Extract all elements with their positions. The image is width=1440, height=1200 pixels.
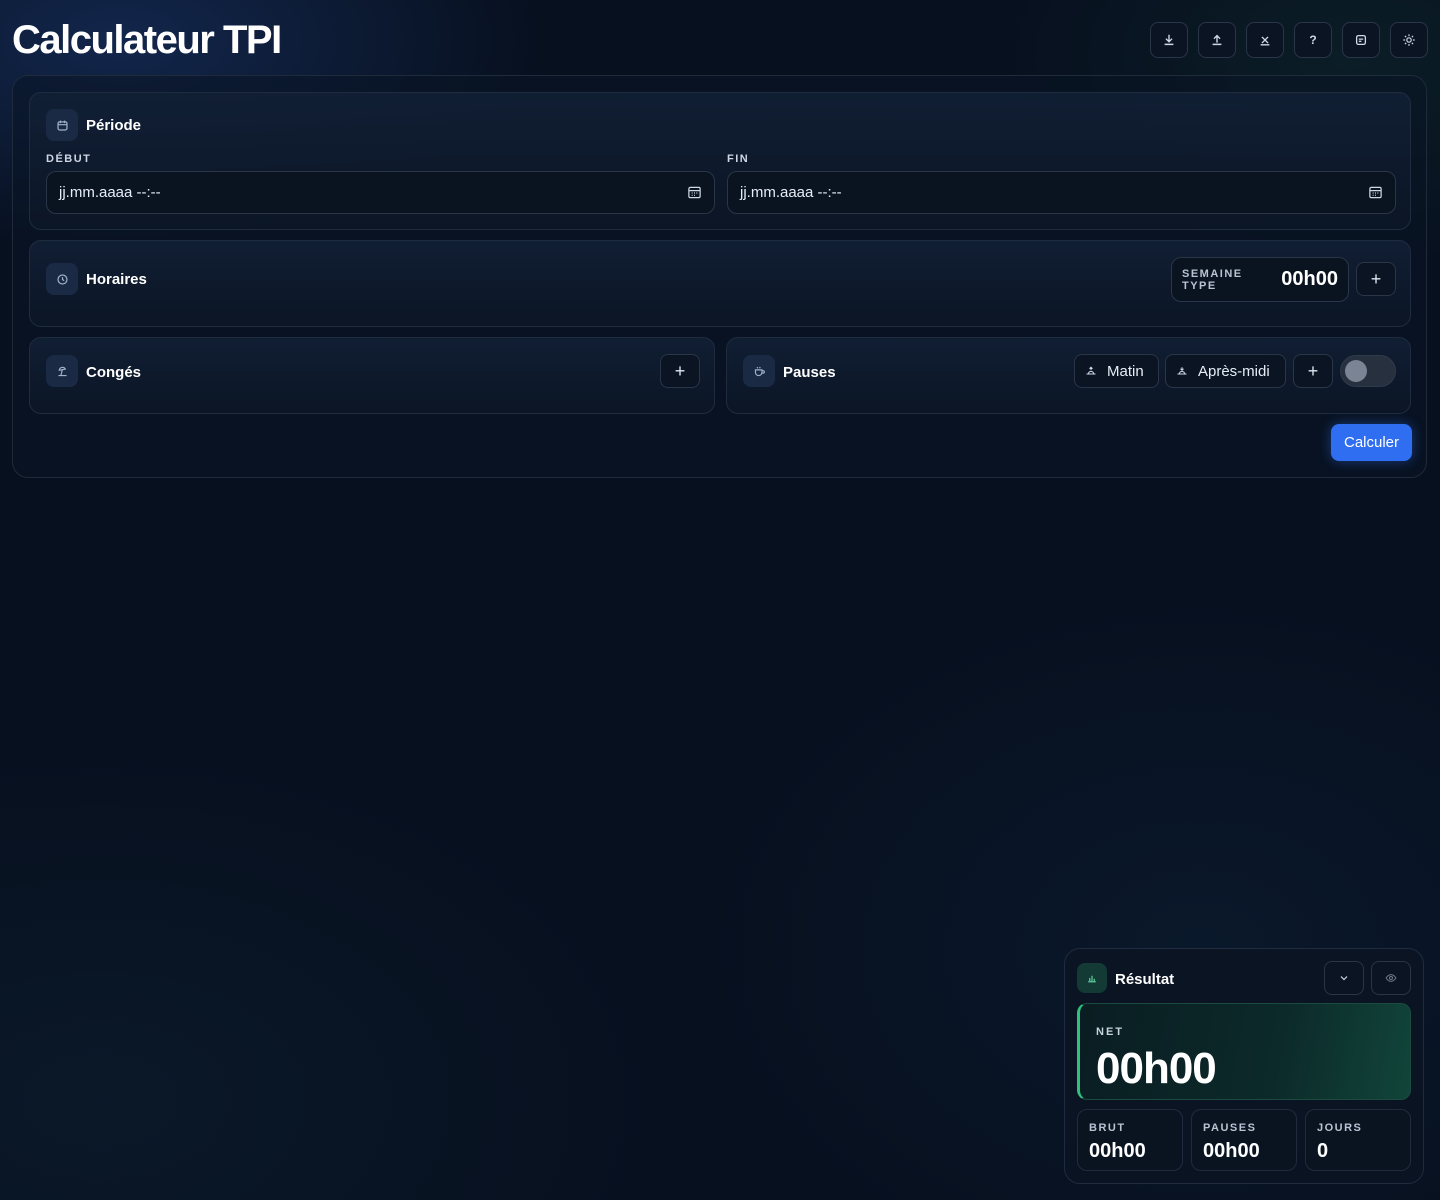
jours-label: JOURS bbox=[1317, 1122, 1363, 1134]
brut-stat: BRUT 00h00 bbox=[1077, 1109, 1183, 1171]
periode-card: Période DÉBUT jj.mm.aaaa --:-- FIN jj.mm… bbox=[29, 92, 1411, 230]
net-value: 00h00 bbox=[1096, 1044, 1217, 1093]
calendar-picker-icon[interactable] bbox=[1368, 185, 1383, 200]
clock-icon bbox=[56, 273, 68, 285]
close-icon bbox=[1260, 36, 1270, 46]
jours-stat: JOURS 0 bbox=[1305, 1109, 1411, 1171]
plus-icon: + bbox=[1370, 268, 1382, 289]
pauses-card: Pauses Matin Après-midi + bbox=[726, 337, 1411, 414]
help-button[interactable]: ? bbox=[1294, 22, 1332, 58]
pause-matin-button[interactable]: Matin bbox=[1074, 354, 1159, 388]
semaine-type-label: SEMAINE TYPE bbox=[1182, 267, 1243, 292]
calculator-panel: Période DÉBUT jj.mm.aaaa --:-- FIN jj.mm… bbox=[12, 75, 1427, 478]
toolbar: ? bbox=[1150, 22, 1428, 58]
collapse-button[interactable] bbox=[1324, 961, 1364, 995]
beach-icon bbox=[57, 366, 67, 376]
sun-icon bbox=[1403, 34, 1415, 46]
pauses-stat: PAUSES 00h00 bbox=[1191, 1109, 1297, 1171]
pause-matin-label: Matin bbox=[1107, 362, 1144, 380]
calendar-picker-icon[interactable] bbox=[687, 185, 702, 200]
sunset-icon bbox=[1177, 367, 1187, 375]
jours-value: 0 bbox=[1317, 1140, 1329, 1162]
add-horaire-button[interactable]: + bbox=[1356, 262, 1396, 296]
semaine-type-value: 00h00 bbox=[1281, 268, 1338, 290]
fin-input[interactable]: jj.mm.aaaa --:-- bbox=[727, 171, 1396, 214]
brut-value: 00h00 bbox=[1089, 1140, 1146, 1162]
bar-chart-icon bbox=[1088, 975, 1096, 983]
calendar-icon bbox=[56, 120, 68, 131]
resultat-panel: Résultat NET 00h00 BRUT 00h00 PAUSES 00h… bbox=[1064, 948, 1424, 1184]
add-conge-button[interactable]: + bbox=[660, 354, 700, 388]
fin-value: jj.mm.aaaa --:-- bbox=[740, 184, 842, 201]
fin-label: FIN bbox=[727, 153, 750, 165]
periode-title: Période bbox=[86, 117, 142, 134]
horaires-title: Horaires bbox=[86, 271, 147, 288]
notes-button[interactable] bbox=[1342, 22, 1380, 58]
plus-icon: + bbox=[674, 360, 686, 381]
net-result: NET 00h00 bbox=[1077, 1003, 1411, 1100]
conges-card: Congés + bbox=[29, 337, 715, 414]
upload-icon bbox=[1212, 34, 1222, 46]
help-icon: ? bbox=[1309, 33, 1317, 47]
debut-label: DÉBUT bbox=[46, 153, 92, 165]
visibility-button[interactable] bbox=[1371, 961, 1411, 995]
semaine-type-display[interactable]: SEMAINE TYPE 00h00 bbox=[1171, 257, 1349, 302]
conges-title: Congés bbox=[86, 364, 142, 381]
horaires-icon-wrap bbox=[46, 263, 78, 295]
toggle-knob bbox=[1345, 360, 1367, 382]
conges-icon-wrap bbox=[46, 355, 78, 387]
brut-label: BRUT bbox=[1089, 1122, 1126, 1134]
reset-button[interactable] bbox=[1246, 22, 1284, 58]
eye-icon bbox=[1385, 974, 1397, 982]
export-button[interactable] bbox=[1150, 22, 1188, 58]
page-title: Calculateur TPI bbox=[12, 18, 282, 62]
resultat-title: Résultat bbox=[1115, 971, 1175, 988]
debut-input[interactable]: jj.mm.aaaa --:-- bbox=[46, 171, 715, 214]
pauses-stat-value: 00h00 bbox=[1203, 1140, 1260, 1162]
calculer-button[interactable]: Calculer bbox=[1331, 424, 1412, 461]
debut-value: jj.mm.aaaa --:-- bbox=[59, 184, 161, 201]
pauses-title: Pauses bbox=[783, 364, 836, 381]
pauses-stat-label: PAUSES bbox=[1203, 1122, 1257, 1134]
periode-icon-wrap bbox=[46, 109, 78, 141]
pauses-icon-wrap bbox=[743, 355, 775, 387]
pause-apres-midi-label: Après-midi bbox=[1198, 362, 1270, 380]
sunrise-icon bbox=[1086, 366, 1096, 375]
coffee-icon bbox=[754, 366, 765, 376]
net-label: NET bbox=[1096, 1026, 1124, 1038]
chevron-down-icon bbox=[1340, 976, 1348, 981]
add-pause-button[interactable]: + bbox=[1293, 354, 1333, 388]
pauses-toggle[interactable] bbox=[1340, 355, 1396, 387]
notes-icon bbox=[1355, 34, 1367, 46]
download-icon bbox=[1164, 34, 1174, 46]
import-button[interactable] bbox=[1198, 22, 1236, 58]
horaires-card: Horaires SEMAINE TYPE 00h00 + bbox=[29, 240, 1411, 327]
theme-button[interactable] bbox=[1390, 22, 1428, 58]
plus-icon: + bbox=[1307, 360, 1319, 381]
resultat-icon-wrap bbox=[1077, 963, 1107, 993]
pause-apres-midi-button[interactable]: Après-midi bbox=[1165, 354, 1286, 388]
